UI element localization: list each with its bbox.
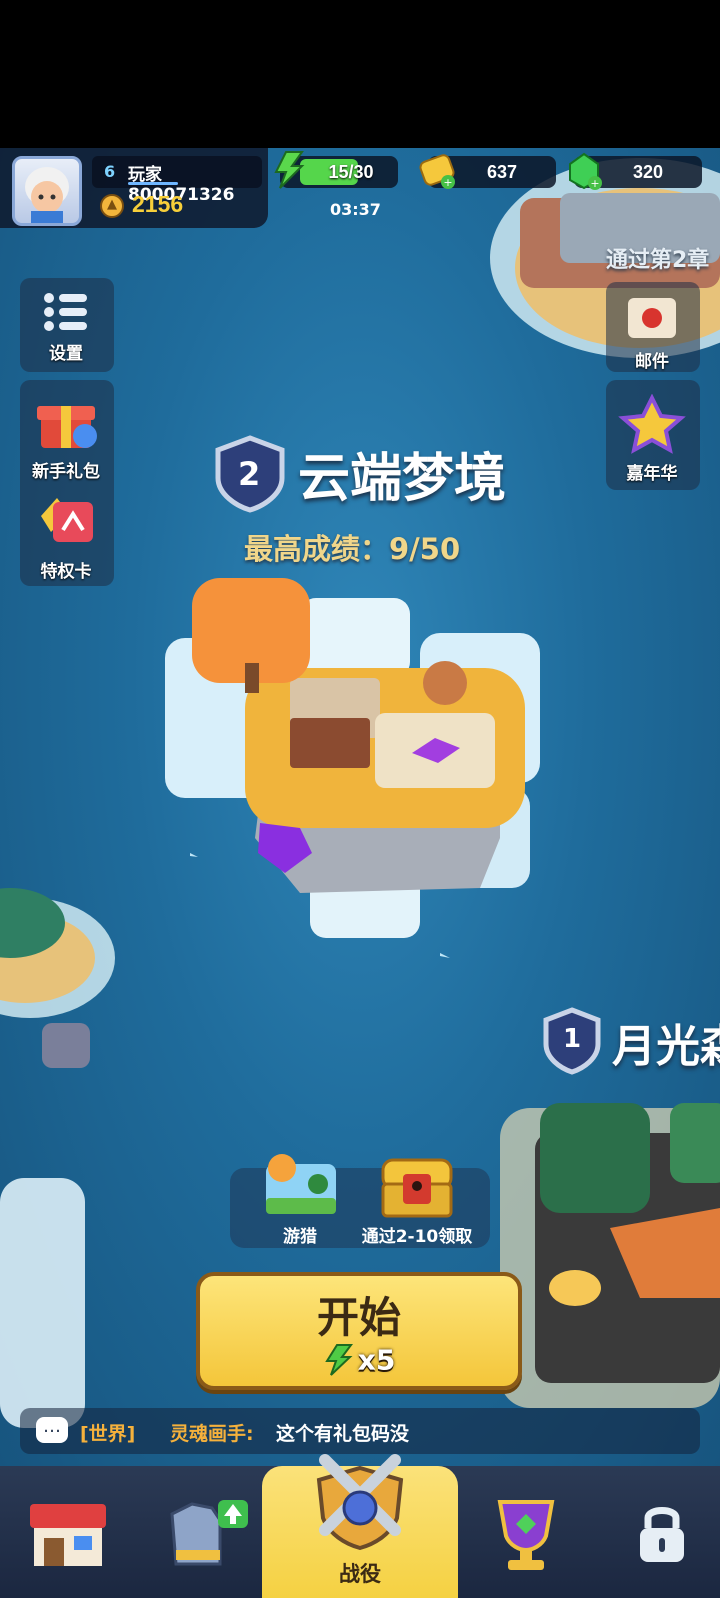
shop-icon: [30, 1504, 106, 1566]
safari-label: 游猎: [283, 1227, 317, 1247]
energy-cost-icon: [324, 1344, 353, 1376]
gems-value: 320: [632, 162, 664, 182]
nav-campaign-label: 战役: [339, 1562, 381, 1586]
chat-sender: 灵魂画手:: [170, 1423, 254, 1445]
start-cost: x5: [357, 1343, 396, 1377]
status-bar-area: [0, 0, 720, 148]
chest-label: 通过2-10领取: [361, 1227, 473, 1247]
start-cost-row: x5: [200, 1343, 518, 1377]
chest-reward[interactable]: 通过2-10领取: [352, 1150, 482, 1247]
trophy-icon: [497, 1500, 555, 1570]
top-hud: 6 玩家800071326 ▲ 2156 15/30 03:37 637 + 3…: [0, 148, 720, 228]
privilege-card-label: 特权卡: [40, 562, 92, 582]
mail-label: 邮件: [635, 352, 669, 372]
gold-value: 637: [486, 162, 518, 182]
starter-pack-button[interactable]: 新手礼包: [20, 392, 112, 482]
stage-title[interactable]: 云端梦境: [298, 436, 506, 511]
nav-campaign[interactable]: 战役: [262, 1454, 458, 1598]
mail-icon: [628, 298, 676, 338]
nav-locked[interactable]: [600, 1466, 720, 1598]
mail-button[interactable]: 邮件: [606, 292, 698, 372]
svg-text:+: +: [590, 177, 599, 190]
player-avatar-icon: [25, 167, 69, 223]
player-level-name-box: 6 玩家800071326: [92, 156, 262, 205]
power-value: 2156: [132, 191, 184, 217]
energy-bolt-icon: [274, 151, 305, 189]
energy-value: 15/30: [328, 162, 374, 182]
energy-timer: 03:37: [330, 200, 381, 219]
safari-reward[interactable]: 游猎: [258, 1150, 342, 1247]
lock-icon: [640, 1507, 684, 1562]
gift-box-icon: [37, 406, 97, 448]
safari-icon: [266, 1154, 336, 1214]
best-score: 最高成绩：9/50: [244, 532, 461, 566]
next-stage-title[interactable]: 月光森: [612, 1010, 720, 1074]
gem-icon: +: [569, 152, 602, 190]
carnival-button[interactable]: 嘉年华: [606, 393, 698, 484]
xp-bar: [128, 182, 178, 185]
carnival-label: 嘉年华: [626, 464, 678, 484]
avatar[interactable]: [12, 156, 82, 226]
settings-button[interactable]: 设置: [20, 290, 112, 364]
gold-coin-icon: +: [419, 154, 455, 189]
player-level: 6: [104, 162, 116, 181]
locked-chapter-hint: 通过第2章: [606, 248, 710, 273]
chat-message: 这个有礼包码没: [276, 1423, 410, 1445]
stage-number: 2: [238, 455, 261, 493]
chat-bubble-icon: …: [36, 1417, 68, 1443]
start-button[interactable]: 开始 x5: [196, 1272, 522, 1390]
settings-label: 设置: [49, 344, 83, 364]
treasure-chest-icon: [381, 1158, 453, 1218]
star-icon: [618, 393, 686, 454]
starter-pack-label: 新手礼包: [32, 462, 100, 482]
svg-text:+: +: [443, 176, 452, 189]
privilege-card-button[interactable]: 特权卡: [20, 492, 112, 582]
chat-channel: [世界]: [80, 1423, 136, 1445]
nav-equipment[interactable]: [140, 1466, 260, 1598]
next-stage-number: 1: [563, 1024, 582, 1054]
power-icon: ▲: [100, 194, 124, 218]
world-chat-bar[interactable]: … [世界] 灵魂画手: 这个有礼包码没: [20, 1408, 700, 1454]
armor-icon: [170, 1500, 248, 1566]
nav-trophy[interactable]: [474, 1466, 594, 1598]
menu-list-icon: [44, 293, 87, 331]
nav-shop[interactable]: [0, 1466, 130, 1598]
crossed-swords-icon: [316, 1454, 404, 1550]
start-label: 开始: [316, 1293, 401, 1342]
bottom-nav: 战役: [0, 1454, 720, 1598]
privilege-card-icon: [41, 498, 93, 542]
